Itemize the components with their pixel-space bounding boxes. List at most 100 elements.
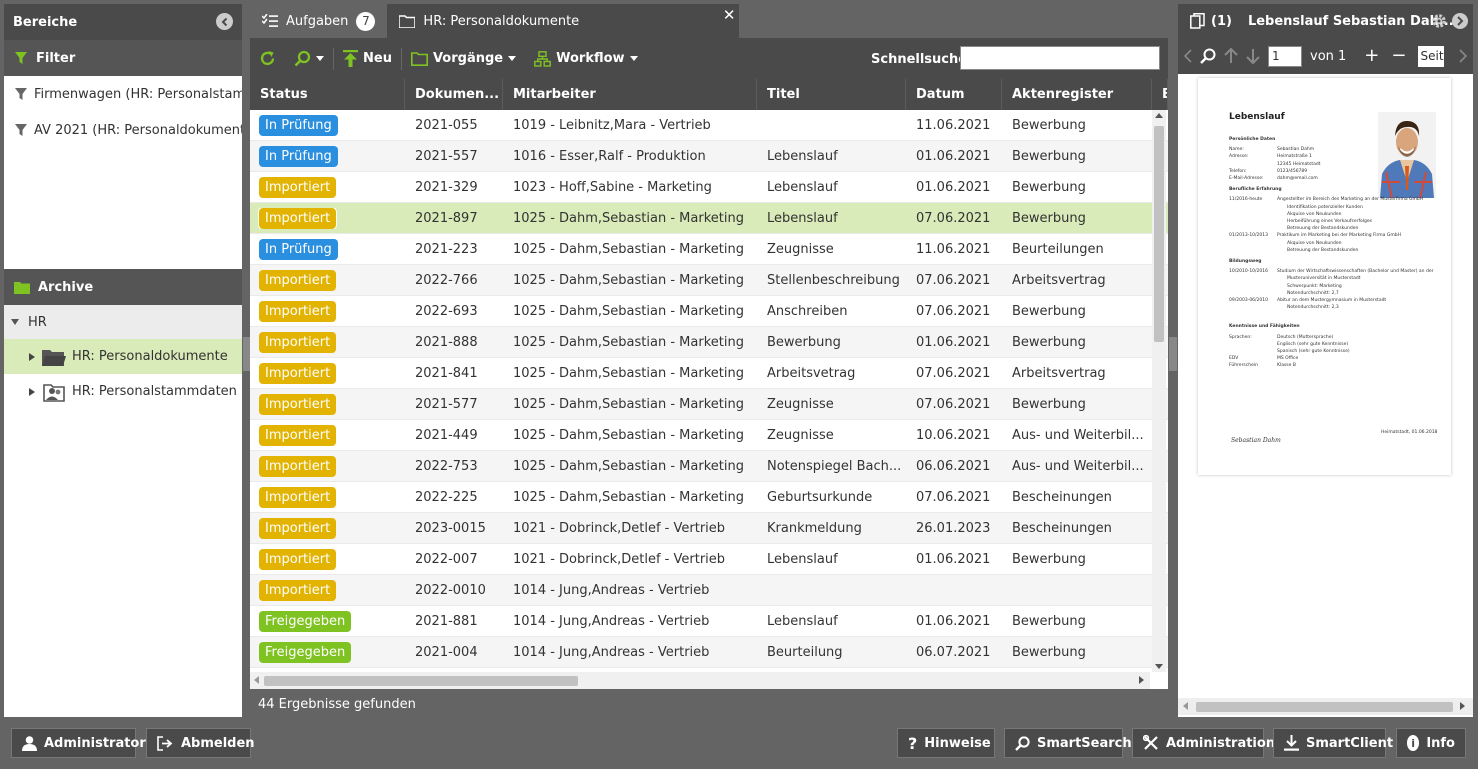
page-down-icon[interactable] [1246, 48, 1260, 64]
status-cell: Freigegeben [250, 641, 405, 663]
cv-line-value: Heimatstraße 1 [1277, 154, 1312, 160]
workflow-button[interactable]: Workflow [525, 38, 646, 79]
toolbar: Neu Vorgänge Workflow Schnellsuche [250, 38, 1168, 79]
schnellsuche-input[interactable] [960, 46, 1160, 70]
cv-line: Betreuung der Bestandskunden [1229, 225, 1444, 232]
administrator-button[interactable]: Administrator [11, 728, 146, 758]
table-row[interactable]: Importiert 2021-897 1025 - Dahm,Sebastian … [250, 203, 1168, 234]
grid-header: Status Dokumen... Mitarbeiter Titel Datum Akt… [250, 79, 1168, 110]
close-tab-icon[interactable]: ✕ [723, 6, 736, 24]
info-button[interactable]: i Info [1396, 728, 1466, 758]
table-row[interactable]: In Prüfung 2021-055 1019 - Leibnitz,Mara -… [250, 110, 1168, 141]
cv-line-key [1229, 211, 1277, 218]
column-header[interactable]: Aktenregister [1002, 79, 1152, 110]
table-row[interactable]: Importiert 2022-007 1021 - Dobrinck,Detlef… [250, 544, 1168, 575]
zoom-out-icon[interactable]: − [1391, 47, 1406, 65]
zoom-in-icon[interactable]: + [1364, 47, 1379, 65]
tab-personaldokumente[interactable]: HR: Personaldokumente ✕ [387, 4, 740, 38]
search-icon [1015, 735, 1030, 751]
table-row[interactable]: Importiert 2023-0015 1021 - Dobrinck,Detle… [250, 513, 1168, 544]
neu-button[interactable]: Neu [334, 38, 401, 79]
table-row[interactable]: Importiert 2021-888 1025 - Dahm,Sebastian … [250, 327, 1168, 358]
smartsearch-label: SmartSearch [1037, 735, 1132, 751]
column-header[interactable]: Mitarbeiter [503, 79, 757, 110]
search-dropdown-button[interactable] [285, 38, 333, 79]
page-number-input[interactable]: 1 [1268, 45, 1302, 67]
chevron-down-icon [508, 56, 517, 61]
expand-triangle-icon[interactable] [28, 352, 36, 362]
cv-line-value: Identifikation potenzieller Kunden [1287, 204, 1363, 210]
scroll-right-icon[interactable] [1460, 702, 1465, 710]
administration-button[interactable]: Administration [1132, 728, 1275, 758]
page-up-icon[interactable] [1224, 48, 1238, 64]
vorgaenge-label: Vorgänge [432, 51, 504, 66]
column-header[interactable]: Status [250, 79, 405, 110]
vertical-scroll-thumb[interactable] [1154, 126, 1164, 342]
table-row[interactable]: Importiert 2021-577 1025 - Dahm,Sebastian … [250, 389, 1168, 420]
table-row[interactable]: Importiert 2022-225 1025 - Dahm,Sebastian … [250, 482, 1168, 513]
tree-root-hr[interactable]: HR [4, 305, 242, 339]
search-icon[interactable] [1200, 48, 1216, 64]
table-row[interactable]: Importiert 2022-0010 1014 - Jung,Andreas -… [250, 575, 1168, 606]
scroll-left-icon[interactable] [1183, 702, 1188, 710]
table-row[interactable]: In Prüfung 2021-223 1025 - Dahm,Sebastian … [250, 234, 1168, 265]
cell-doc: 2021-329 [415, 179, 478, 195]
hinweise-button[interactable]: ? Hinweise [897, 728, 995, 758]
right-splitter-handle[interactable] [1169, 337, 1177, 371]
preview-scroll-thumb[interactable] [1196, 702, 1453, 712]
cell-doc: 2022-0010 [415, 582, 486, 598]
gear-icon[interactable] [1431, 13, 1447, 29]
table-row[interactable]: Importiert 2021-449 1025 - Dahm,Sebastian … [250, 420, 1168, 451]
column-header[interactable]: B [1152, 79, 1168, 110]
column-header[interactable]: Titel [757, 79, 906, 110]
zoom-select[interactable]: Seite [1418, 45, 1445, 67]
collapse-preview-icon[interactable] [1452, 13, 1468, 29]
cell-datum: 11.06.2021 [916, 117, 991, 133]
smartclient-button[interactable]: SmartClient [1273, 728, 1393, 758]
filter-item[interactable]: Firmenwagen (HR: Personalstammdaten) [4, 76, 242, 112]
abmelden-button[interactable]: Abmelden [146, 728, 255, 758]
preview-toolbar: 1 von 1 + − Seite [1178, 38, 1473, 74]
filter-item[interactable]: AV 2021 (HR: Personaldokumente) [4, 112, 242, 148]
prev-doc-icon[interactable] [1184, 49, 1192, 63]
table-row[interactable]: Freigegeben 2021-004 1014 - Jung,Andreas -… [250, 637, 1168, 668]
vorgaenge-button[interactable]: Vorgänge [402, 38, 525, 79]
status-cell: Freigegeben [250, 610, 405, 632]
table-row[interactable]: In Prüfung 2021-557 1016 - Esser,Ralf - Pr… [250, 141, 1168, 172]
cv-line-value: 12345 Heimatstadt [1277, 161, 1321, 167]
cell-akte: Aus- und Weiterbil... [1012, 458, 1144, 474]
workflow-icon [534, 50, 552, 67]
preview-horizontal-scrollbar[interactable] [1178, 698, 1473, 715]
table-row[interactable]: Freigegeben 2021-881 1014 - Jung,Andreas -… [250, 606, 1168, 637]
cell-titel: Geburtsurkunde [767, 489, 873, 505]
tree-item-personalstammdaten[interactable]: HR: Personalstammdaten [4, 374, 242, 409]
table-row[interactable]: Importiert 2021-841 1025 - Dahm,Sebastian … [250, 358, 1168, 389]
horizontal-scrollbar[interactable] [250, 672, 1150, 689]
scroll-right-icon[interactable] [1139, 676, 1144, 684]
status-badge: In Prüfung [259, 238, 338, 260]
refresh-button[interactable] [250, 38, 285, 79]
table-row[interactable]: Importiert 2022-693 1025 - Dahm,Sebastian … [250, 296, 1168, 327]
column-header[interactable]: Dokumen... [405, 79, 503, 110]
scroll-down-icon[interactable] [1155, 664, 1163, 669]
next-doc-icon[interactable] [1459, 49, 1467, 63]
scroll-up-icon[interactable] [1155, 113, 1163, 118]
table-row[interactable]: Importiert 2022-753 1025 - Dahm,Sebastian … [250, 451, 1168, 482]
status-cell: Importiert [250, 393, 405, 415]
collapse-triangle-icon[interactable] [10, 317, 20, 327]
column-header[interactable]: Datum [906, 79, 1002, 110]
table-row[interactable]: Importiert 2021-329 1023 - Hoff,Sabine - M… [250, 172, 1168, 203]
document-preview-page[interactable]: Lebenslauf Persönliche Daten Name: Sebasti… [1198, 78, 1451, 475]
cv-line-value: Akquise von Neukunden [1287, 211, 1342, 217]
status-badge: Importiert [259, 579, 337, 601]
expand-triangle-icon[interactable] [28, 387, 36, 397]
vertical-scrollbar[interactable] [1152, 110, 1166, 672]
tab-aufgaben[interactable]: Aufgaben 7 [250, 4, 387, 38]
tree-item-personaldokumente[interactable]: HR: Personaldokumente [4, 339, 242, 374]
collapse-panel-icon[interactable] [216, 13, 233, 30]
status-cell: Importiert [250, 486, 405, 508]
scroll-left-icon[interactable] [254, 676, 259, 684]
smartsearch-button[interactable]: SmartSearch [1004, 728, 1132, 758]
table-row[interactable]: Importiert 2022-766 1025 - Dahm,Sebastian … [250, 265, 1168, 296]
horizontal-scroll-thumb[interactable] [264, 676, 578, 686]
